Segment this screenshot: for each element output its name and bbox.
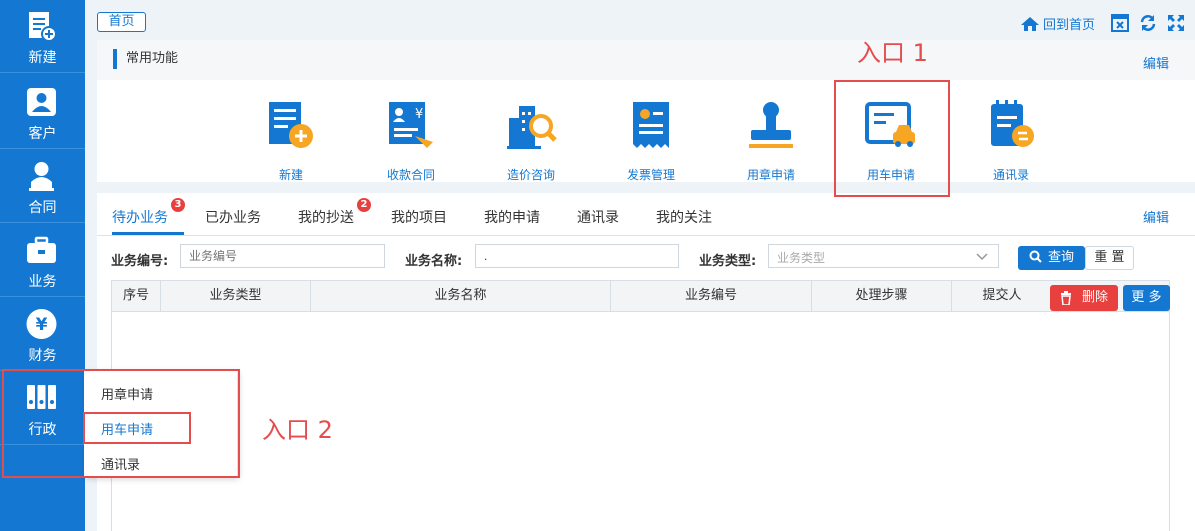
active-tab-indicator [112,232,184,235]
new-doc-plus-icon [269,102,313,148]
name-filter-label: 业务名称: [405,254,463,269]
business-name-input[interactable] [475,244,679,268]
sidebar-item-customer[interactable]: 客户 [0,76,85,149]
section-title: 常用功能 [113,49,178,69]
business-code-input[interactable] [180,244,385,268]
column-header[interactable]: 序号 [112,281,161,311]
svg-text:¥: ¥ [36,315,48,335]
function-receipt-contract[interactable]: ¥ 收款合同 [366,98,456,183]
function-cost-consulting[interactable]: 造价咨询 [486,98,576,183]
tab-my-projects[interactable]: 我的项目 [391,207,447,227]
search-button[interactable]: 查询 [1018,246,1085,270]
more-button[interactable]: 更 多 [1123,285,1170,311]
function-address-book[interactable]: 通讯录 [966,98,1056,183]
refresh-icon[interactable] [1139,14,1157,32]
column-header[interactable]: 处理步骤 [812,281,952,311]
back-home-label: 回到首页 [1043,18,1096,33]
fullscreen-icon[interactable] [1167,14,1185,32]
task-table: 序号 业务类型 业务名称 业务编号 处理步骤 提交人 [111,280,1170,531]
code-filter-label: 业务编号: [111,254,169,269]
column-header[interactable]: 业务名称 [311,281,611,311]
person-icon [27,88,56,116]
function-label: 收款合同 [386,168,435,182]
sidebar-item-label: 财务 [28,348,57,364]
sidebar-item-new[interactable]: 新建 [0,0,85,73]
tab-my-follows[interactable]: 我的关注 [656,207,712,227]
address-book-icon [991,100,1034,147]
tab-my-applications[interactable]: 我的申请 [484,207,540,227]
tab-address-book[interactable]: 通讯录 [577,207,619,227]
briefcase-icon [27,236,56,263]
entry2-item-highlight-box [83,412,191,444]
delete-button[interactable]: 删除 [1050,285,1118,311]
column-header[interactable]: 提交人 [952,281,1052,311]
function-invoice-management[interactable]: 发票管理 [606,98,696,183]
edit-tabs-link[interactable]: 编辑 [1143,207,1169,226]
stamp-person-icon [29,162,54,191]
trash-icon [1061,291,1071,305]
entry1-highlight-box [834,80,950,197]
search-icon [1029,250,1042,263]
tab-pending[interactable]: 待办业务 [112,207,168,227]
sidebar-item-business[interactable]: 业务 [0,224,85,297]
edit-common-link[interactable]: 编辑 [1143,53,1169,72]
search-button-label: 查询 [1047,250,1074,265]
function-label: 用章申请 [746,168,795,182]
sidebar-item-label: 合同 [28,200,57,216]
tab-cc[interactable]: 我的抄送 [298,207,354,227]
entry2-annotation: 入口 2 [262,416,333,444]
function-label: 通讯录 [992,168,1029,182]
tab-badge: 2 [357,198,371,212]
back-home-link[interactable]: 回到首页 [1020,14,1095,33]
tab-done[interactable]: 已办业务 [205,207,261,227]
tab-badge: 3 [171,198,185,212]
function-seal-request[interactable]: 用章申请 [726,98,816,183]
column-header[interactable]: 业务类型 [161,281,311,311]
yen-icon: ¥ [26,309,57,339]
business-type-placeholder: 业务类型 [777,251,826,265]
tab-home[interactable]: 首页 [97,12,146,32]
function-label: 造价咨询 [506,168,555,182]
delete-button-label: 删除 [1082,290,1109,305]
common-functions-header [97,40,1195,80]
chevron-down-icon [976,253,988,261]
sidebar-item-label: 新建 [28,50,57,66]
invoice-gear-icon [633,102,669,148]
reset-button[interactable]: 重 置 [1085,246,1134,270]
table-header: 序号 业务类型 业务名称 业务编号 处理步骤 提交人 [112,281,1169,312]
entry1-annotation: 入口 1 [857,39,928,67]
svg-text:¥: ¥ [415,107,423,122]
home-icon [1021,17,1039,31]
stamp-icon [749,102,793,148]
column-header[interactable]: 业务编号 [611,281,812,311]
business-type-select[interactable]: 业务类型 [768,244,999,268]
sidebar-item-label: 业务 [28,274,57,290]
function-new[interactable]: 新建 [246,98,336,183]
topbar: 首页 回到首页 [85,0,1195,40]
sidebar-item-label: 客户 [28,126,57,142]
function-label: 新建 [278,168,303,182]
task-tabs: 待办业务 3 已办业务 我的抄送 2 我的项目 我的申请 通讯录 我的关注 编辑 [97,193,1195,236]
type-filter-label: 业务类型: [699,254,757,269]
new-doc-icon [29,12,57,42]
building-search-icon [507,106,557,149]
close-window-icon[interactable] [1111,14,1129,32]
contract-yen-icon: ¥ [389,102,433,148]
sidebar-item-finance[interactable]: ¥ 财务 [0,298,85,371]
function-label: 发票管理 [626,168,675,182]
sidebar-item-contract[interactable]: 合同 [0,150,85,223]
